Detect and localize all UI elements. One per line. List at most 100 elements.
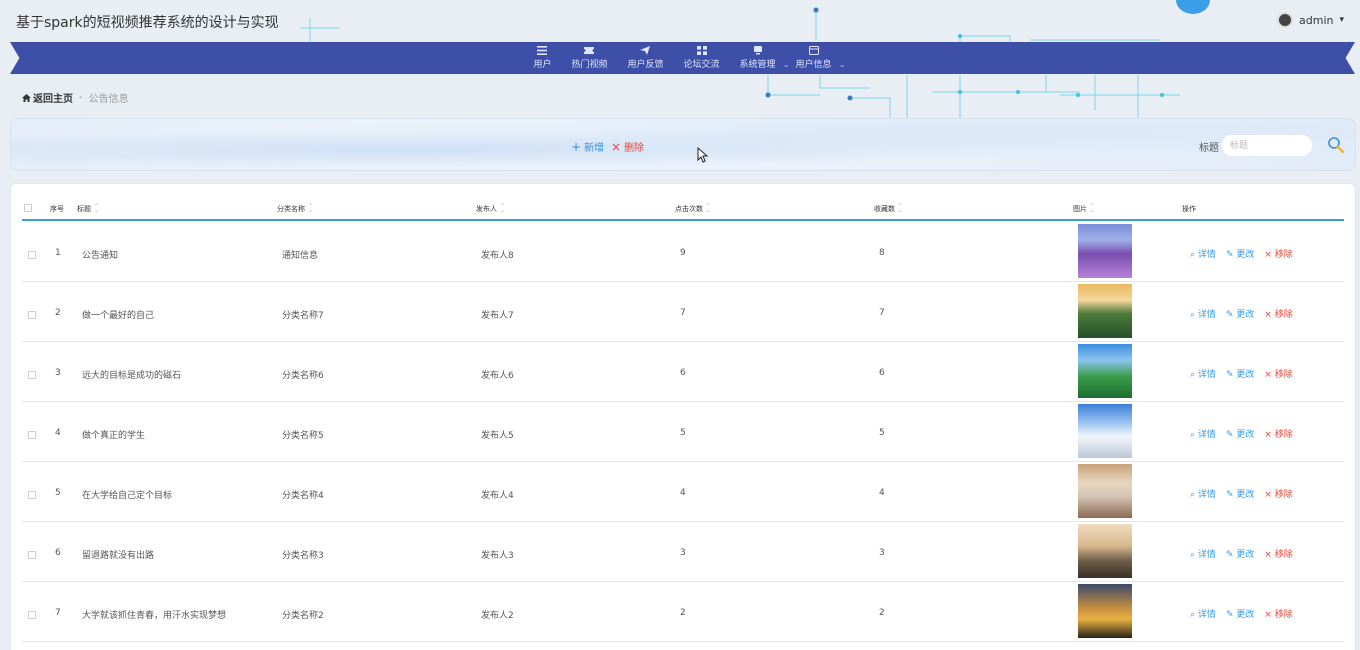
row-checkbox[interactable] — [28, 491, 36, 499]
monitor-icon — [753, 46, 762, 55]
header-image[interactable]: 图片 ⌃ ⌄ — [1073, 204, 1095, 214]
cell-clicks: 7 — [680, 308, 686, 318]
detail-button[interactable]: ⌕ 详情 — [1190, 247, 1216, 260]
table-row[interactable]: 6 留退路就没有出路 分类名称3 发布人3 3 3 ⌕ 详情 ✎ 更改 × 移除 — [22, 522, 1344, 582]
chevron-down-icon: ⌄ — [838, 60, 846, 69]
detail-button[interactable]: ⌕ 详情 — [1190, 547, 1216, 560]
search-input[interactable] — [1222, 135, 1312, 156]
header-clicks[interactable]: 点击次数 ⌃ ⌄ — [675, 204, 711, 214]
table-row[interactable]: 7 大学就该抓住青春，用汗水实现梦想 分类名称2 发布人2 2 2 ⌕ 详情 ✎ 更改 × 移除 — [22, 582, 1344, 642]
chevron-down-icon[interactable]: ▾ — [1339, 15, 1344, 25]
row-checkbox[interactable] — [28, 371, 36, 379]
row-image[interactable] — [1078, 284, 1132, 338]
edit-button[interactable]: ✎ 更改 — [1226, 427, 1254, 440]
cell-category: 分类名称4 — [282, 491, 324, 501]
table-row[interactable]: 1 公告通知 通知信息 发布人8 9 8 ⌕ 详情 ✎ 更改 × 移除 — [22, 222, 1344, 282]
edit-icon: ✎ — [1225, 250, 1234, 260]
nav-item-system[interactable]: 系统管理 ⌄ — [732, 42, 790, 74]
detail-button[interactable]: ⌕ 详情 — [1190, 427, 1216, 440]
header-title[interactable]: 标题 ⌃ ⌄ — [77, 204, 99, 214]
delete-button-label: 删除 — [624, 143, 645, 154]
edit-button[interactable]: ✎ 更改 — [1226, 547, 1254, 560]
remove-button[interactable]: × 移除 — [1264, 247, 1292, 260]
remove-button[interactable]: × 移除 — [1264, 307, 1292, 320]
select-all-checkbox[interactable] — [24, 204, 32, 212]
cell-category: 分类名称2 — [282, 611, 324, 621]
delete-button[interactable]: × 删除 — [611, 139, 645, 155]
row-image[interactable] — [1078, 404, 1132, 458]
nav-item-forum[interactable]: 论坛交流 — [676, 42, 728, 74]
avatar[interactable] — [1277, 12, 1293, 28]
table-row[interactable]: 4 做个真正的学生 分类名称5 发布人5 5 5 ⌕ 详情 ✎ 更改 × 移除 — [22, 402, 1344, 462]
breadcrumb-home[interactable]: 返回主页 — [22, 90, 73, 105]
edit-button[interactable]: ✎ 更改 — [1226, 367, 1254, 380]
nav-item-hot-videos[interactable]: 热门视频 — [563, 42, 615, 74]
cell-title: 在大学给自己定个目标 — [82, 491, 173, 501]
data-table: 序号 标题 ⌃ ⌄ 分类名称 ⌃ ⌄ 发布人 ⌃ ⌄ 点击次数 ⌃ ⌄ 收藏数 ⌃ ⌄ 图片 ⌃ ⌄ 操… — [10, 183, 1356, 650]
cell-title: 远大的目标是成功的磁石 — [82, 371, 182, 381]
close-icon: × — [611, 139, 622, 154]
header-index: 序号 — [50, 205, 64, 213]
header-category[interactable]: 分类名称 ⌃ ⌄ — [277, 204, 313, 214]
edit-button[interactable]: ✎ 更改 — [1226, 247, 1254, 260]
nav-item-feedback[interactable]: 用户反馈 — [619, 42, 671, 74]
detail-button[interactable]: ⌕ 详情 — [1190, 307, 1216, 320]
sort-icon[interactable]: ⌃ ⌄ — [308, 204, 313, 214]
sort-icon[interactable]: ⌃ ⌄ — [1090, 204, 1095, 214]
cell-favorites: 7 — [879, 308, 885, 318]
search-panel: + 新增 × 删除 标题 — [10, 118, 1356, 171]
row-image[interactable] — [1078, 524, 1132, 578]
table-row[interactable]: 2 做一个最好的自己 分类名称7 发布人7 7 7 ⌕ 详情 ✎ 更改 × 移除 — [22, 282, 1344, 342]
row-actions: ⌕ 详情 ✎ 更改 × 移除 — [1190, 307, 1293, 320]
row-image[interactable] — [1078, 224, 1132, 278]
search-icon: ⌕ — [1190, 370, 1196, 380]
row-checkbox[interactable] — [28, 431, 36, 439]
nav-item-user-info[interactable]: 用户信息 ⌄ — [788, 42, 846, 74]
cell-title: 留退路就没有出路 — [82, 551, 155, 561]
sort-icon[interactable]: ⌃ ⌄ — [898, 204, 903, 214]
remove-button[interactable]: × 移除 — [1264, 487, 1292, 500]
detail-button[interactable]: ⌕ 详情 — [1190, 607, 1216, 620]
remove-button[interactable]: × 移除 — [1264, 427, 1292, 440]
edit-button[interactable]: ✎ 更改 — [1226, 487, 1254, 500]
breadcrumb-current: 公告信息 — [88, 94, 129, 105]
detail-button[interactable]: ⌕ 详情 — [1190, 487, 1216, 500]
cell-title: 大学就该抓住青春，用汗水实现梦想 — [82, 611, 227, 621]
row-checkbox[interactable] — [28, 311, 36, 319]
edit-icon: ✎ — [1225, 430, 1234, 440]
row-image[interactable] — [1078, 464, 1132, 518]
cell-favorites: 2 — [879, 608, 885, 618]
edit-button[interactable]: ✎ 更改 — [1226, 607, 1254, 620]
row-image[interactable] — [1078, 344, 1132, 398]
row-checkbox[interactable] — [28, 611, 36, 619]
detail-button[interactable]: ⌕ 详情 — [1190, 367, 1216, 380]
breadcrumb: 返回主页 - 公告信息 — [22, 90, 129, 105]
window-icon — [808, 46, 819, 55]
sort-icon[interactable]: ⌃ ⌄ — [500, 204, 505, 214]
row-image[interactable] — [1078, 584, 1132, 638]
table-row[interactable]: 3 远大的目标是成功的磁石 分类名称6 发布人6 6 6 ⌕ 详情 ✎ 更改 × 移除 — [22, 342, 1344, 402]
table-row[interactable]: 5 在大学给自己定个目标 分类名称4 发布人4 4 4 ⌕ 详情 ✎ 更改 × 移除 — [22, 462, 1344, 522]
sort-icon[interactable]: ⌃ ⌄ — [706, 204, 711, 214]
remove-button[interactable]: × 移除 — [1264, 367, 1292, 380]
row-checkbox[interactable] — [28, 251, 36, 259]
close-icon: × — [1264, 250, 1272, 260]
row-checkbox[interactable] — [28, 551, 36, 559]
remove-button[interactable]: × 移除 — [1264, 547, 1292, 560]
paper-plane-icon — [640, 46, 651, 55]
search-icon: ⌕ — [1190, 430, 1196, 440]
add-button[interactable]: + 新增 — [571, 139, 604, 155]
search-icon[interactable] — [1327, 136, 1345, 154]
nav-item-users[interactable]: 用户 — [525, 42, 559, 74]
remove-button[interactable]: × 移除 — [1264, 607, 1292, 620]
close-icon: × — [1264, 610, 1272, 620]
header-publisher[interactable]: 发布人 ⌃ ⌄ — [476, 204, 505, 214]
edit-button[interactable]: ✎ 更改 — [1226, 307, 1254, 320]
header-favorites[interactable]: 收藏数 ⌃ ⌄ — [874, 204, 903, 214]
user-menu[interactable]: admin ▾ — [1277, 12, 1344, 28]
cell-title: 做一个最好的自己 — [82, 311, 155, 321]
cell-index: 3 — [55, 368, 61, 378]
sort-icon[interactable]: ⌃ ⌄ — [94, 204, 99, 214]
user-name[interactable]: admin — [1299, 14, 1333, 27]
breadcrumb-home-label[interactable]: 返回主页 — [33, 90, 73, 105]
